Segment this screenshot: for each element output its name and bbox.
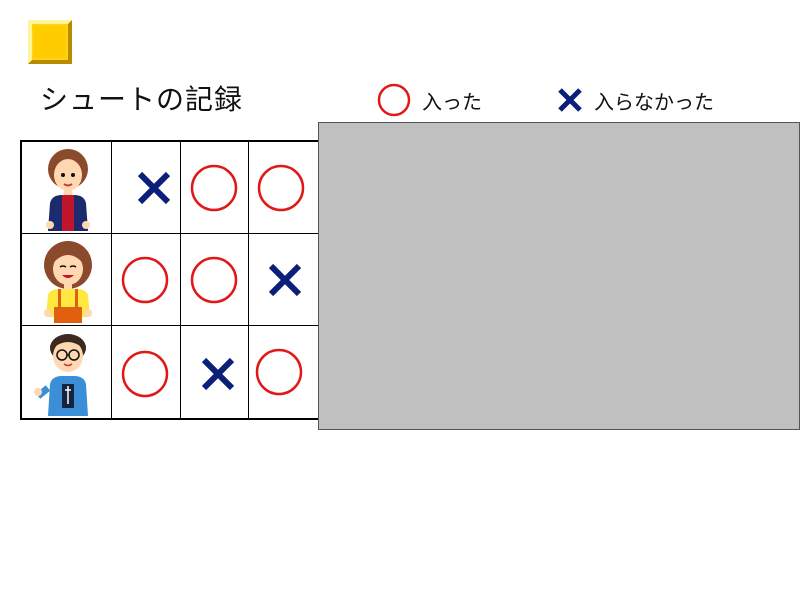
girl-avatar-icon xyxy=(44,241,92,323)
shot-cell xyxy=(249,234,319,325)
red-circle-icon xyxy=(377,83,411,117)
red-circle-icon xyxy=(257,164,305,212)
legend-made: 入った xyxy=(376,83,482,117)
table-row xyxy=(22,234,320,326)
page: シュートの記録 入った 入らなかった xyxy=(0,0,800,600)
gray-cover-panel[interactable] xyxy=(318,122,800,430)
red-circle-icon xyxy=(121,256,169,304)
shot-cell xyxy=(112,234,181,325)
avatar-cell xyxy=(22,326,112,418)
shot-cell xyxy=(112,142,181,233)
table-row xyxy=(22,142,320,234)
man-glasses-avatar-icon xyxy=(34,334,88,416)
shot-cell xyxy=(181,142,249,233)
red-circle-icon xyxy=(121,350,169,398)
avatar-cell xyxy=(22,142,112,233)
red-circle-icon xyxy=(255,348,303,396)
shot-cell xyxy=(181,234,249,325)
red-circle-icon xyxy=(190,164,238,212)
yellow-square-button[interactable] xyxy=(28,20,72,64)
shot-record-table xyxy=(20,140,320,420)
shot-cell xyxy=(181,326,249,418)
blue-cross-icon xyxy=(201,357,235,391)
legend-missed: 入らなかった xyxy=(556,84,714,116)
page-title: シュートの記録 xyxy=(40,83,244,116)
table-row xyxy=(22,326,320,418)
boy-avatar-icon xyxy=(46,149,90,231)
red-circle-icon xyxy=(190,256,238,304)
blue-cross-icon xyxy=(558,88,582,112)
avatar-cell xyxy=(22,234,112,325)
shot-cell xyxy=(249,326,319,418)
blue-cross-icon xyxy=(137,171,171,205)
legend-missed-label: 入らなかった xyxy=(594,89,714,114)
shot-cell xyxy=(249,142,319,233)
shot-cell xyxy=(112,326,181,418)
legend-made-label: 入った xyxy=(422,89,482,114)
blue-cross-icon xyxy=(268,263,302,297)
